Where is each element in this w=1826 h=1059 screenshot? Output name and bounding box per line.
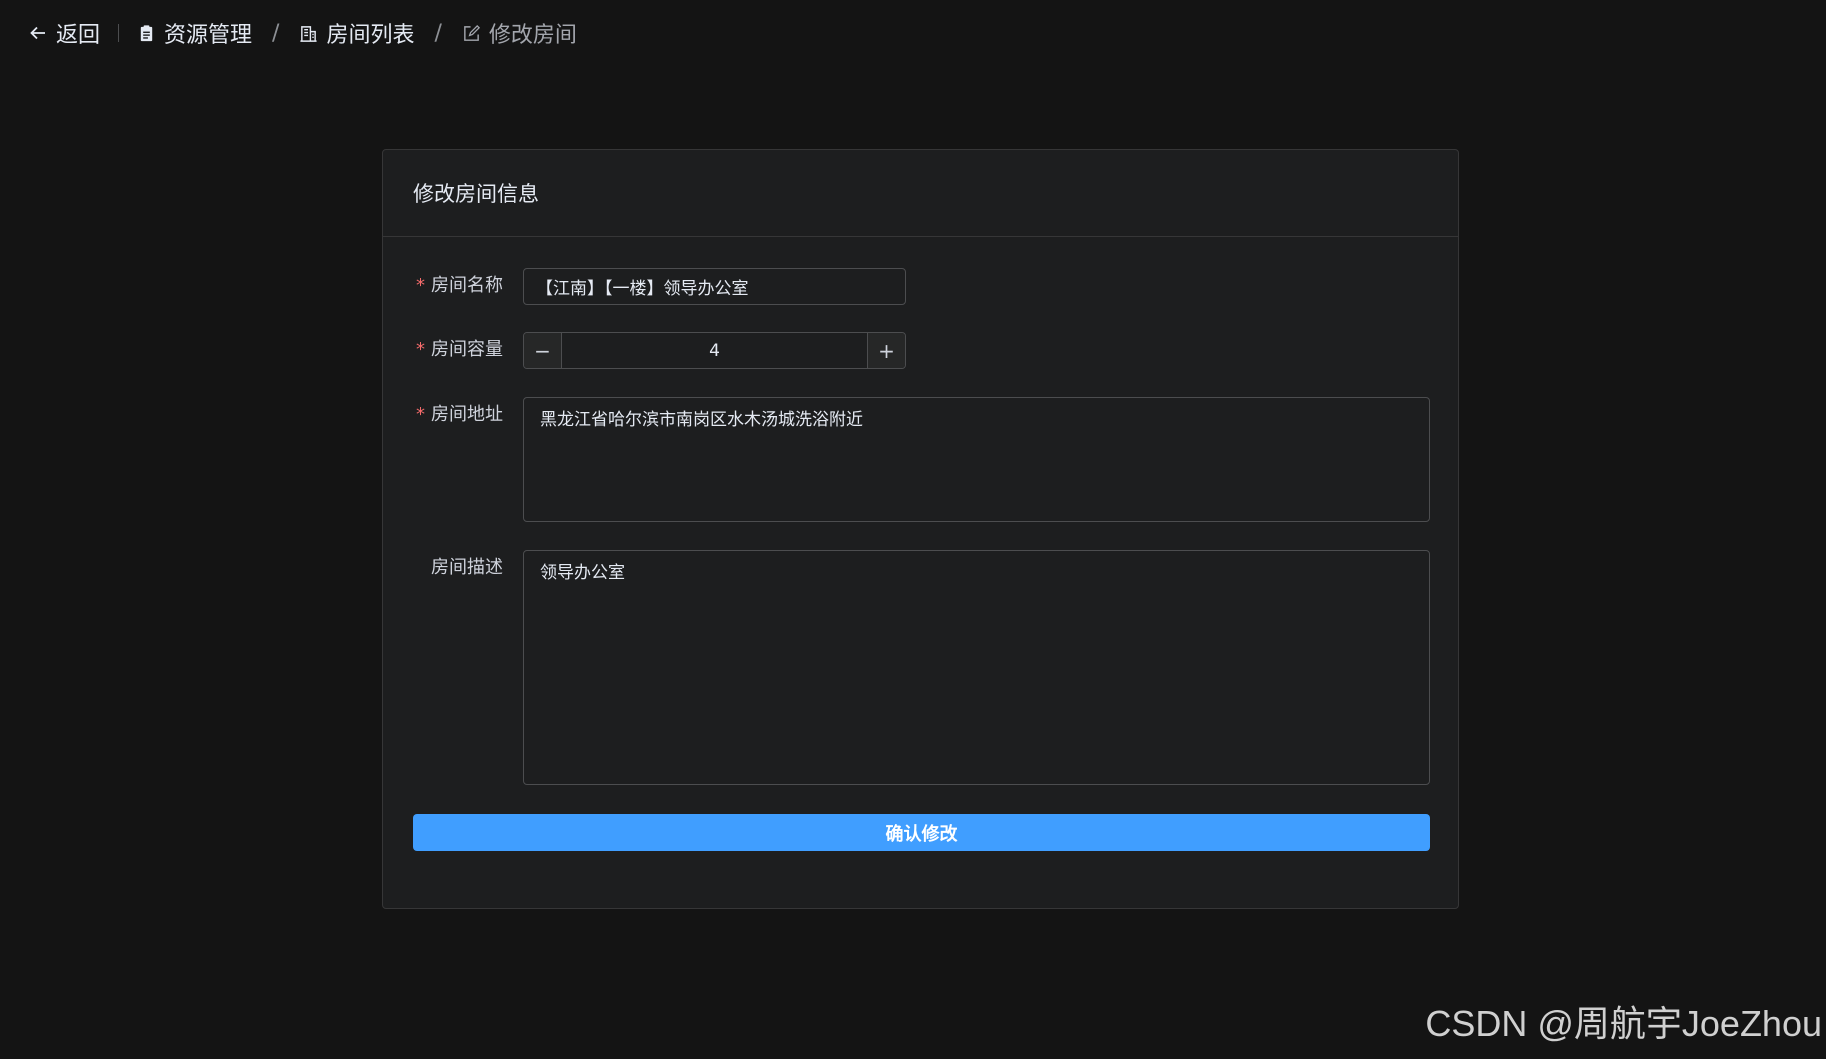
decrement-button[interactable]: −	[524, 333, 562, 368]
edit-room-card: 修改房间信息 *房间名称 *房间容量 − +	[382, 149, 1459, 909]
required-mark: *	[416, 275, 425, 296]
capacity-stepper[interactable]: − +	[523, 332, 906, 369]
breadcrumb-resource-management[interactable]: 资源管理	[137, 17, 252, 49]
edit-icon	[464, 24, 480, 41]
capacity-label: * 房间容量	[416, 339, 503, 360]
card-title: 修改房间信息	[413, 182, 539, 206]
edit-room-form: *房间名称 *房间容量 − + *房间地址 黑龙江	[383, 237, 1458, 908]
increment-button[interactable]: +	[867, 333, 905, 368]
minus-icon: −	[534, 338, 551, 363]
breadcrumb-separator: /	[434, 20, 442, 46]
breadcrumb-separator: /	[272, 20, 280, 46]
breadcrumb-edit-room: 修改房间	[462, 17, 577, 49]
confirm-edit-button[interactable]: 确认修改	[413, 814, 1430, 851]
clipboard-icon	[140, 24, 153, 41]
building-icon	[300, 25, 318, 42]
plus-icon: +	[878, 338, 895, 363]
room-description-textarea[interactable]: 领导办公室	[523, 550, 1430, 785]
required-mark: *	[416, 404, 425, 425]
page-header: 返回 资源管理 / 房间列表 / 修改房间	[28, 18, 577, 48]
room-address-textarea[interactable]: 黑龙江省哈尔滨市南岗区水木汤城洗浴附近	[523, 397, 1430, 522]
back-button[interactable]: 返回	[28, 17, 100, 49]
breadcrumb-label: 修改房间	[488, 23, 577, 48]
required-mark: *	[416, 339, 425, 360]
name-label: * 房间名称	[416, 275, 503, 296]
room-name-input[interactable]	[523, 268, 906, 305]
breadcrumb-label: 资源管理	[164, 23, 253, 48]
capacity-input[interactable]	[562, 333, 867, 368]
arrow-left-icon	[30, 26, 45, 40]
breadcrumb-room-list[interactable]: 房间列表	[299, 17, 414, 49]
breadcrumb-label: 房间列表	[326, 23, 415, 48]
header-divider	[118, 24, 120, 42]
card-header: 修改房间信息	[383, 150, 1458, 237]
address-label: * 房间地址	[416, 404, 503, 425]
watermark: CSDN @周航宇JoeZhou	[1425, 1003, 1822, 1044]
back-label: 返回	[56, 23, 101, 48]
description-label: 房间描述	[431, 557, 503, 578]
